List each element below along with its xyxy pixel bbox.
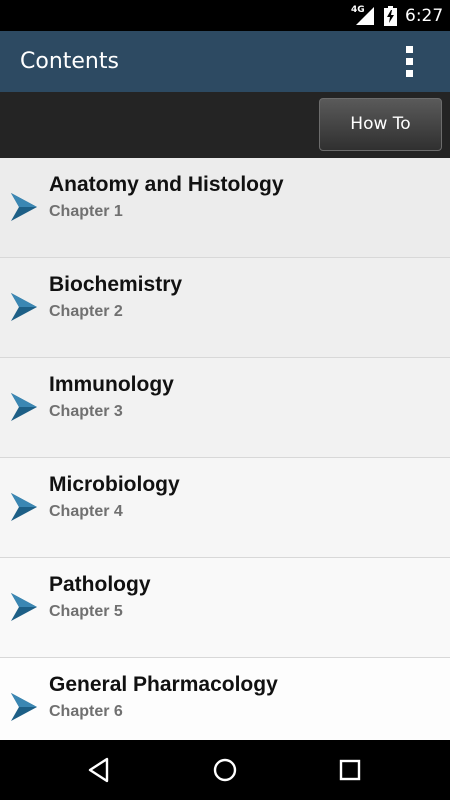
chapter-title: Anatomy and Histology	[49, 173, 284, 196]
overflow-menu-icon[interactable]	[396, 41, 424, 83]
chevron-right-icon	[11, 293, 37, 321]
chevron-right-icon	[11, 393, 37, 421]
chapter-item[interactable]: Immunology Chapter 3	[0, 358, 450, 458]
toolbar: How To	[0, 92, 450, 158]
chapter-item[interactable]: Biochemistry Chapter 2	[0, 258, 450, 358]
how-to-button[interactable]: How To	[319, 98, 442, 151]
chapter-title: Microbiology	[49, 473, 180, 496]
chevron-right-icon	[11, 693, 37, 721]
signal-icon	[356, 7, 374, 25]
chevron-right-icon	[11, 593, 37, 621]
status-bar: 4G 6:27	[0, 0, 450, 31]
chapter-number: Chapter 4	[49, 503, 123, 520]
page-title: Contents	[20, 49, 119, 74]
chapter-title: Biochemistry	[49, 273, 183, 296]
chapter-title: Pathology	[49, 573, 151, 596]
chevron-right-icon	[11, 193, 37, 221]
chapter-number: Chapter 6	[49, 703, 123, 720]
action-bar: Contents	[0, 31, 450, 92]
back-icon[interactable]	[85, 755, 115, 785]
clock: 6:27	[405, 6, 444, 26]
chapter-title: Immunology	[49, 373, 174, 396]
chapter-number: Chapter 2	[49, 303, 123, 320]
chapter-list: Anatomy and Histology Chapter 1 Biochemist…	[0, 158, 450, 740]
home-icon[interactable]	[210, 755, 240, 785]
navigation-bar	[0, 740, 450, 800]
chapter-number: Chapter 3	[49, 403, 123, 420]
recents-icon[interactable]	[335, 755, 365, 785]
chapter-item[interactable]: Microbiology Chapter 4	[0, 458, 450, 558]
chapter-item[interactable]: Anatomy and Histology Chapter 1	[0, 158, 450, 258]
chapter-number: Chapter 5	[49, 603, 123, 620]
chapter-item[interactable]: Pathology Chapter 5	[0, 558, 450, 658]
battery-charging-icon	[384, 6, 397, 26]
chapter-item[interactable]: General Pharmacology Chapter 6	[0, 658, 450, 740]
chapter-title: General Pharmacology	[49, 673, 278, 696]
chapter-number: Chapter 1	[49, 203, 123, 220]
chevron-right-icon	[11, 493, 37, 521]
